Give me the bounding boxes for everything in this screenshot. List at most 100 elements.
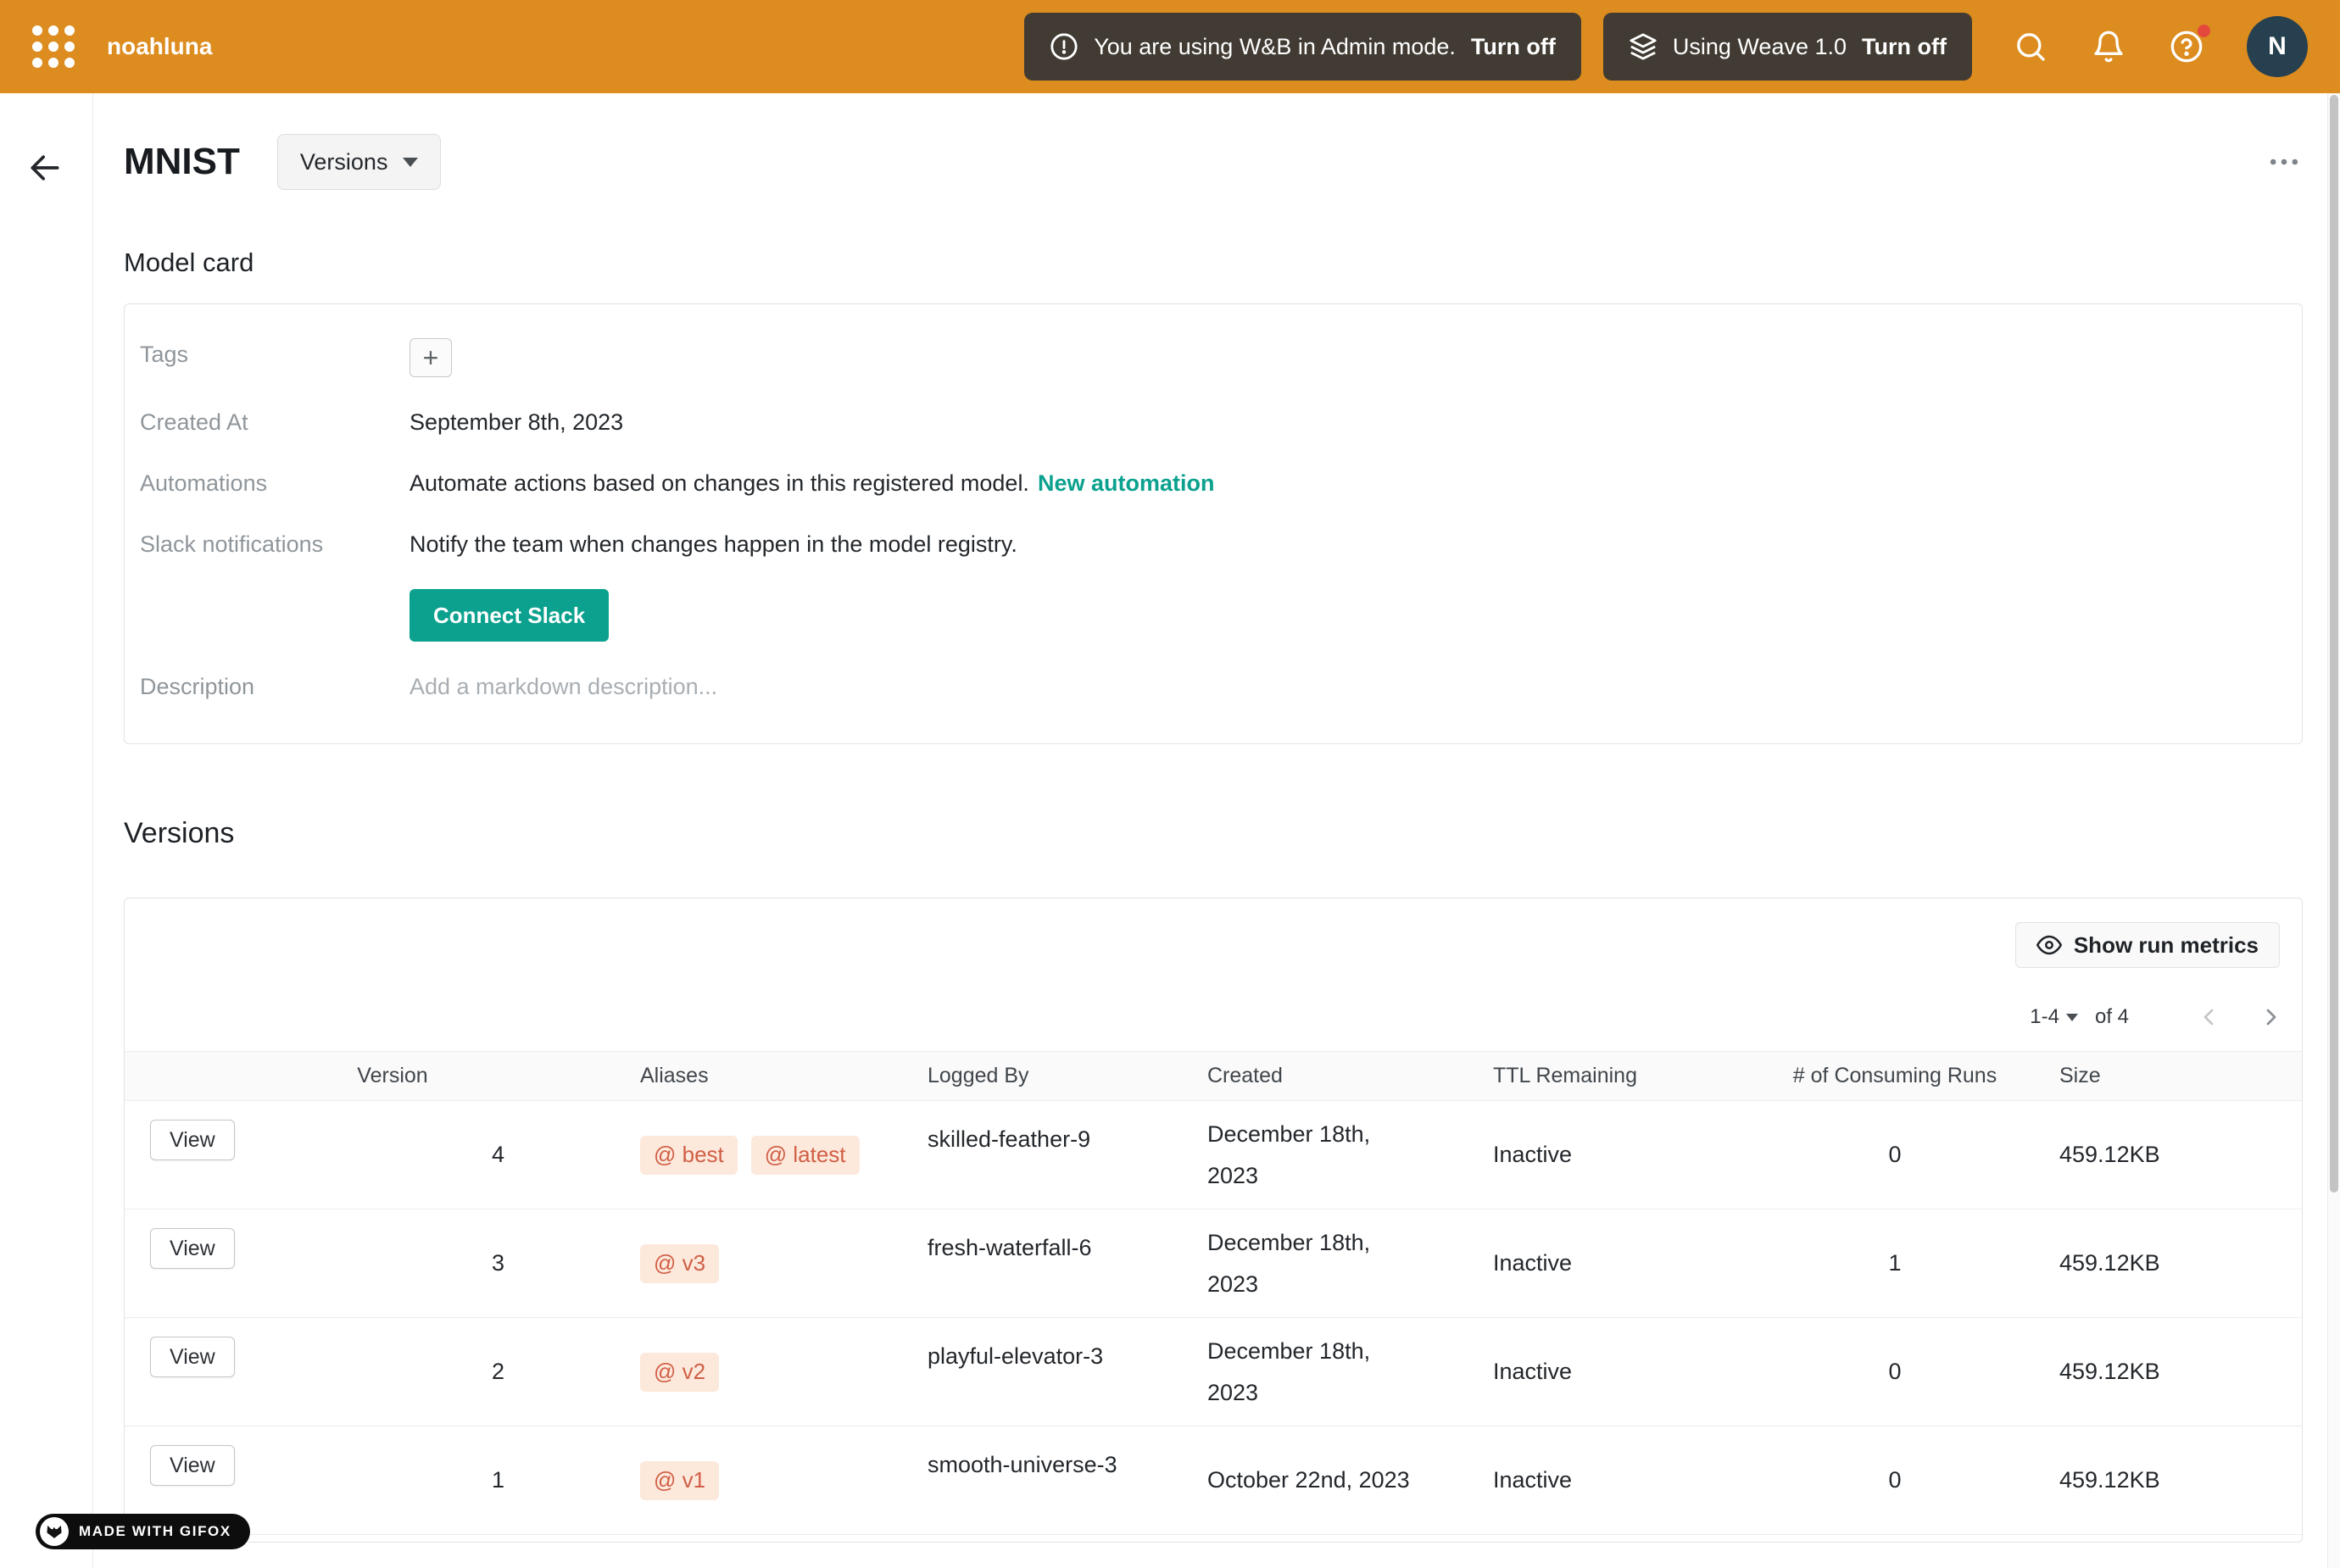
wandb-logo-icon[interactable]	[32, 25, 75, 68]
scrollbar-thumb[interactable]	[2330, 95, 2338, 1193]
table-toolbar: Show run metrics	[125, 898, 2302, 968]
notifications-bell-icon[interactable]	[2089, 27, 2128, 66]
versions-dropdown-label: Versions	[300, 149, 388, 175]
next-page-icon[interactable]	[2258, 1004, 2285, 1031]
description-label: Description	[140, 670, 410, 700]
version-number: 2	[272, 1318, 513, 1426]
logged-by-run-link[interactable]: smooth-universe-3	[912, 1426, 1192, 1535]
page-header: MNIST Versions	[124, 134, 2303, 190]
tags-label: Tags	[140, 338, 410, 368]
alias-tag[interactable]: @ v1	[640, 1461, 719, 1500]
notification-dot	[2198, 25, 2210, 37]
column-header-ttl: TTL Remaining	[1472, 1052, 1752, 1101]
table-header-row: Version Aliases Logged By Created TTL Re…	[125, 1052, 2302, 1101]
help-icon[interactable]	[2167, 27, 2206, 66]
created-at-label: Created At	[140, 406, 410, 436]
weave-turn-off-button[interactable]: Turn off	[1862, 34, 1947, 60]
alias-tag[interactable]: @ best	[640, 1136, 738, 1175]
created-at-value: September 8th, 2023	[410, 406, 2276, 438]
alias-tag[interactable]: @ v2	[640, 1353, 719, 1392]
versions-section-title: Versions	[124, 817, 2303, 850]
version-number: 1	[272, 1426, 513, 1535]
show-run-metrics-button[interactable]: Show run metrics	[2015, 922, 2280, 968]
view-button[interactable]: View	[150, 1337, 235, 1377]
consuming-runs-count: 0	[1752, 1101, 2038, 1209]
weave-text: Using Weave 1.0	[1673, 34, 1847, 60]
column-header-aliases: Aliases	[513, 1052, 912, 1101]
ttl-remaining: Inactive	[1472, 1318, 1752, 1426]
page-total-label: of 4	[2095, 1005, 2129, 1029]
consuming-runs-count: 0	[1752, 1426, 2038, 1535]
admin-turn-off-button[interactable]: Turn off	[1471, 34, 1556, 60]
view-button[interactable]: View	[150, 1445, 235, 1486]
scrollbar-track[interactable]	[2327, 93, 2340, 1568]
fox-icon	[40, 1517, 69, 1546]
back-arrow-icon[interactable]	[26, 147, 67, 188]
consuming-runs-count: 1	[1752, 1209, 2038, 1318]
created-date: December 18th, 2023	[1192, 1318, 1472, 1426]
aliases-cell: @ v1	[513, 1426, 912, 1535]
overflow-menu-icon[interactable]	[2265, 143, 2303, 181]
version-number: 4	[272, 1101, 513, 1209]
gifox-badge[interactable]: MADE WITH GIFOX	[36, 1514, 250, 1549]
model-card-panel: Tags + Created At September 8th, 2023 Au…	[124, 303, 2303, 744]
ttl-remaining: Inactive	[1472, 1426, 1752, 1535]
ttl-remaining: Inactive	[1472, 1101, 1752, 1209]
add-tag-button[interactable]: +	[410, 338, 452, 377]
connect-slack-button[interactable]: Connect Slack	[410, 589, 609, 642]
ttl-remaining: Inactive	[1472, 1209, 1752, 1318]
logged-by-run-link[interactable]: playful-elevator-3	[912, 1318, 1192, 1426]
user-avatar[interactable]: N	[2247, 16, 2308, 77]
column-header-created: Created	[1192, 1052, 1472, 1101]
created-date: December 18th, 2023	[1192, 1209, 1472, 1318]
layers-icon	[1629, 32, 1658, 61]
chevron-down-icon	[2066, 1014, 2078, 1021]
table-row: View 4 @ best@ latest skilled-feather-9 …	[125, 1101, 2302, 1209]
versions-table: Version Aliases Logged By Created TTL Re…	[125, 1051, 2302, 1535]
previous-page-icon[interactable]	[2195, 1004, 2222, 1031]
main-content: MNIST Versions Model card Tags + Created…	[93, 93, 2340, 1568]
table-row: View 2 @ v2 playful-elevator-3 December …	[125, 1318, 2302, 1426]
search-icon[interactable]	[2011, 27, 2050, 66]
versions-dropdown[interactable]: Versions	[277, 134, 442, 190]
slack-notifications-text: Notify the team when changes happen in t…	[410, 528, 2276, 560]
left-rail	[0, 93, 93, 1568]
topbar: noahluna You are using W&B in Admin mode…	[0, 0, 2340, 93]
page-range-value: 1-4	[2030, 1005, 2059, 1029]
page-title: MNIST	[124, 141, 240, 183]
column-header-version: Version	[272, 1052, 513, 1101]
tags-value: +	[410, 338, 2276, 377]
slack-notifications-label: Slack notifications	[140, 528, 410, 558]
table-row: View 1 @ v1 smooth-universe-3 October 22…	[125, 1426, 2302, 1535]
page-body: MNIST Versions Model card Tags + Created…	[0, 93, 2340, 1568]
weave-banner: Using Weave 1.0 Turn off	[1603, 13, 1972, 81]
artifact-size: 459.12KB	[2038, 1209, 2302, 1318]
column-header-logged-by: Logged By	[912, 1052, 1192, 1101]
automations-text: Automate actions based on changes in thi…	[410, 470, 1029, 496]
versions-table-panel: Show run metrics 1-4 of 4	[124, 898, 2303, 1543]
chevron-down-icon	[403, 158, 418, 167]
admin-mode-text: You are using W&B in Admin mode.	[1094, 34, 1456, 60]
view-button[interactable]: View	[150, 1228, 235, 1269]
page-range-dropdown[interactable]: 1-4	[2030, 1005, 2078, 1029]
column-header-size: Size	[2038, 1052, 2302, 1101]
version-number: 3	[272, 1209, 513, 1318]
aliases-cell: @ best @ latest	[513, 1101, 912, 1209]
admin-mode-banner: You are using W&B in Admin mode. Turn of…	[1024, 13, 1581, 81]
created-date: October 22nd, 2023	[1192, 1426, 1472, 1535]
new-automation-link[interactable]: New automation	[1038, 470, 1215, 496]
alias-tag[interactable]: @ latest	[751, 1136, 860, 1175]
artifact-size: 459.12KB	[2038, 1426, 2302, 1535]
alert-circle-icon	[1050, 32, 1078, 61]
logged-by-run-link[interactable]: fresh-waterfall-6	[912, 1209, 1192, 1318]
alias-tag[interactable]: @ v3	[640, 1244, 719, 1283]
consuming-runs-count: 0	[1752, 1318, 2038, 1426]
created-date: December 18th, 2023	[1192, 1101, 1472, 1209]
view-button[interactable]: View	[150, 1120, 235, 1160]
logged-by-run-link[interactable]: skilled-feather-9	[912, 1101, 1192, 1209]
description-placeholder[interactable]: Add a markdown description...	[410, 670, 2276, 703]
column-header-consuming-runs: # of Consuming Runs	[1752, 1052, 2038, 1101]
entity-name[interactable]: noahluna	[107, 33, 212, 60]
aliases-cell: @ v3	[513, 1209, 912, 1318]
automations-value: Automate actions based on changes in thi…	[410, 467, 2276, 499]
